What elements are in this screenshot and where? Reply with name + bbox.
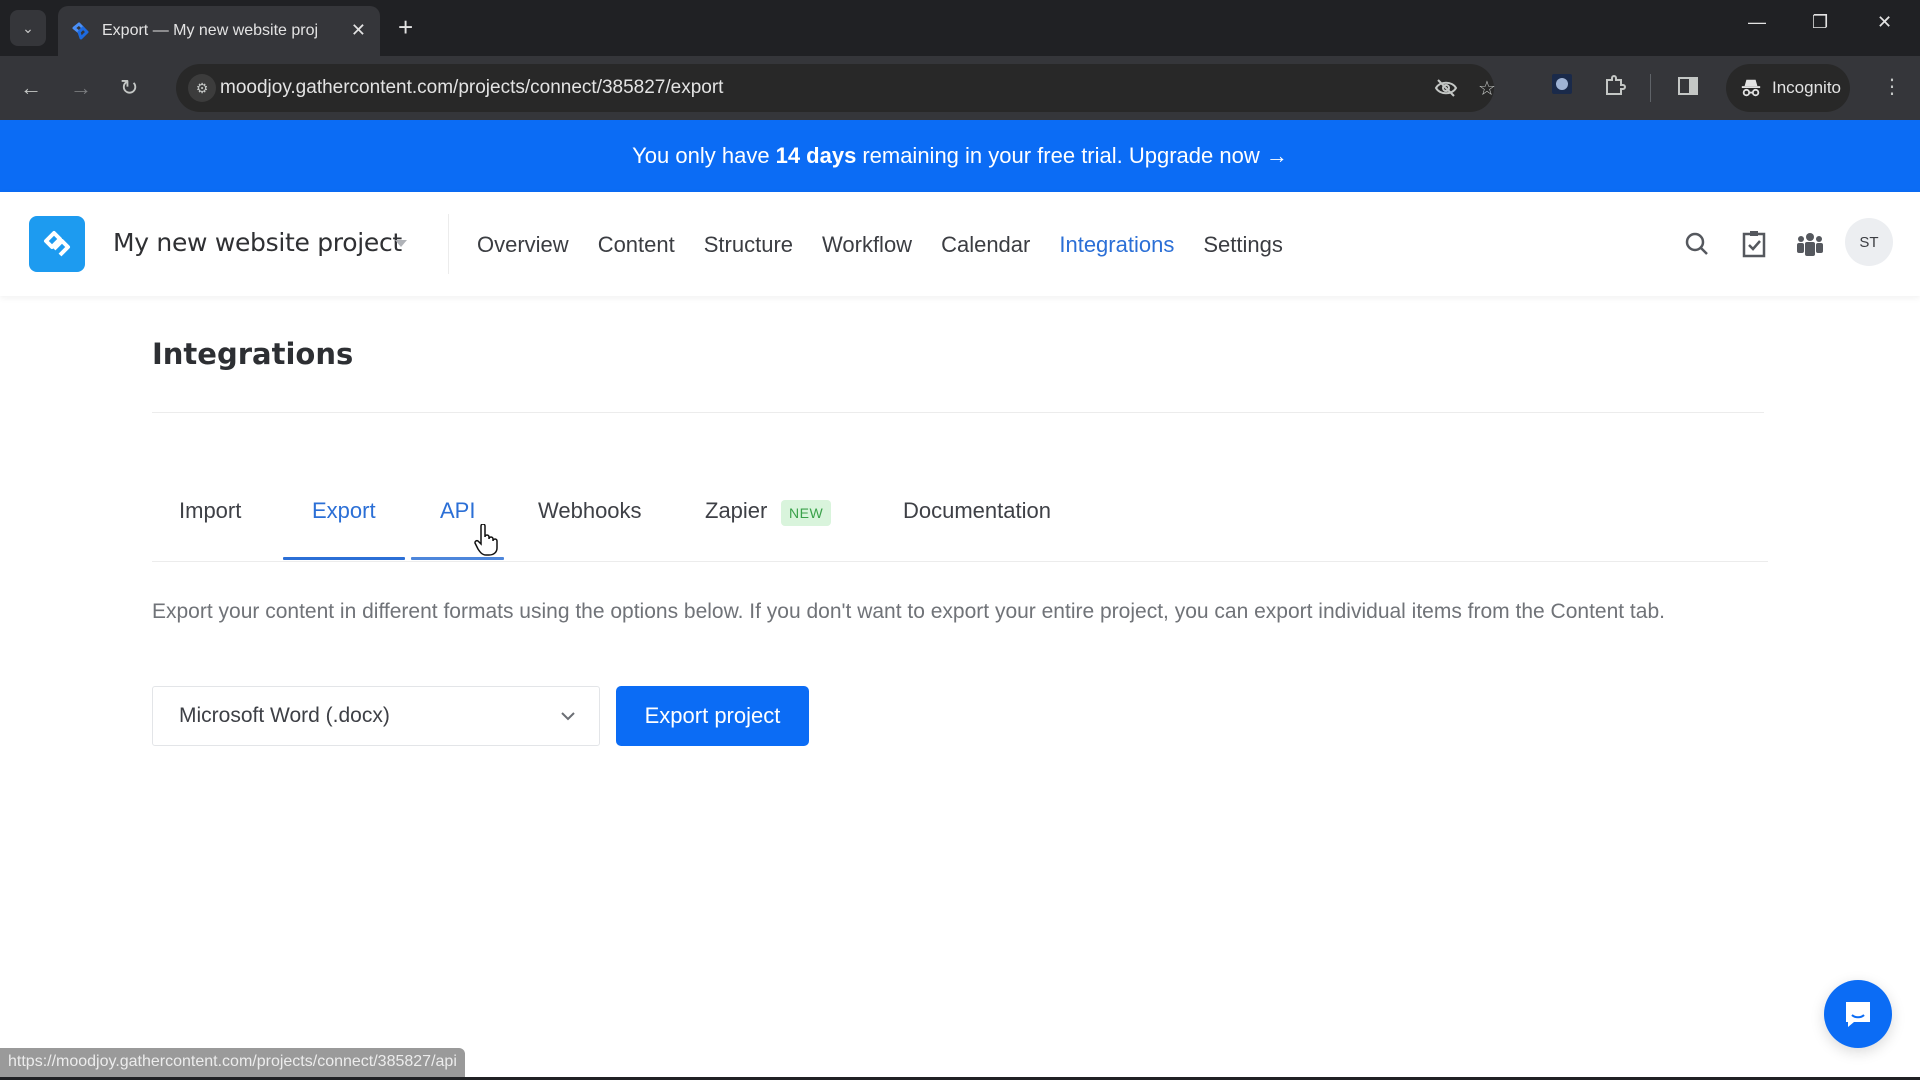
- banner-upgrade-link[interactable]: remaining in your free trial. Upgrade no…: [862, 143, 1288, 169]
- tab-api[interactable]: API: [440, 498, 475, 552]
- page-title: Integrations: [152, 337, 354, 371]
- project-switcher[interactable]: My new website project: [113, 228, 402, 257]
- browser-tab-active[interactable]: Export — My new website proj ✕: [58, 6, 380, 56]
- tab-webhooks[interactable]: Webhooks: [538, 498, 642, 552]
- nav-integrations[interactable]: Integrations: [1059, 232, 1174, 258]
- tab-zapier[interactable]: Zapier: [705, 498, 767, 552]
- nav-workflow[interactable]: Workflow: [822, 232, 912, 258]
- integrations-tabs: Import Export API Webhooks Zapier NEW Do…: [152, 498, 1768, 562]
- gathercontent-logo-icon[interactable]: [29, 216, 85, 272]
- gathercontent-favicon-icon: [72, 22, 89, 40]
- active-tab-indicator: [283, 557, 405, 560]
- restore-icon[interactable]: ❐: [1812, 12, 1828, 33]
- side-panel-icon[interactable]: [1676, 74, 1700, 104]
- tab-close-icon[interactable]: ✕: [351, 20, 366, 40]
- hand-pointer-cursor-icon: [474, 524, 498, 556]
- nav-structure[interactable]: Structure: [704, 232, 793, 258]
- browser-menu-icon[interactable]: ⋮: [1882, 74, 1902, 99]
- incognito-label: Incognito: [1772, 78, 1841, 97]
- tab-documentation[interactable]: Documentation: [903, 498, 1051, 552]
- avatar-initials: ST: [1859, 233, 1879, 251]
- chat-icon: [1846, 1002, 1870, 1027]
- app-header: My new website project Overview Content …: [0, 192, 1920, 296]
- forward-icon[interactable]: →: [70, 76, 92, 100]
- reload-icon[interactable]: ↻: [120, 76, 138, 100]
- user-avatar[interactable]: ST: [1845, 218, 1893, 266]
- extensions-puzzle-icon[interactable]: [1602, 74, 1626, 104]
- tab-export[interactable]: Export: [312, 498, 376, 552]
- export-description: Export your content in different formats…: [152, 600, 1665, 623]
- main-nav: Overview Content Structure Workflow Cale…: [477, 232, 1312, 258]
- back-icon[interactable]: ←: [20, 76, 42, 100]
- tasks-icon[interactable]: [1738, 228, 1770, 260]
- tab-title: Export — My new website proj: [102, 22, 319, 39]
- team-icon[interactable]: [1794, 228, 1826, 260]
- new-tab-icon[interactable]: +: [398, 12, 413, 42]
- incognito-icon: [1741, 79, 1761, 97]
- extension-icon[interactable]: [1550, 72, 1574, 102]
- format-select-value: Microsoft Word (.docx): [179, 704, 390, 727]
- header-divider: [448, 214, 449, 274]
- search-icon[interactable]: [1681, 228, 1713, 260]
- banner-text-before: You only have: [632, 143, 770, 168]
- close-window-icon[interactable]: ✕: [1877, 12, 1892, 33]
- caret-down-icon[interactable]: [395, 240, 407, 247]
- eye-off-icon[interactable]: [1434, 76, 1458, 106]
- url-text[interactable]: moodjoy.gathercontent.com/projects/conne…: [220, 77, 723, 99]
- incognito-profile-button[interactable]: Incognito: [1726, 64, 1850, 112]
- site-info-icon[interactable]: ⚙: [188, 74, 216, 102]
- bookmark-star-icon[interactable]: ☆: [1478, 76, 1496, 101]
- export-format-select[interactable]: Microsoft Word (.docx): [152, 686, 600, 746]
- hover-tab-indicator: [411, 557, 504, 560]
- nav-calendar[interactable]: Calendar: [941, 232, 1030, 258]
- link-status-bar: https://moodjoy.gathercontent.com/projec…: [0, 1048, 465, 1078]
- minimize-icon[interactable]: —: [1748, 12, 1766, 33]
- tab-search-button[interactable]: ⌄: [10, 10, 46, 46]
- address-bar[interactable]: ⚙ moodjoy.gathercontent.com/projects/con…: [176, 64, 1496, 112]
- tab-import[interactable]: Import: [179, 498, 241, 552]
- toolbar-divider: [1650, 74, 1651, 102]
- nav-overview[interactable]: Overview: [477, 232, 569, 258]
- export-project-button[interactable]: Export project: [616, 686, 809, 746]
- banner-days-remaining: 14 days: [775, 143, 857, 168]
- trial-banner[interactable]: You only have 14 days remaining in your …: [0, 120, 1920, 192]
- nav-settings[interactable]: Settings: [1203, 232, 1283, 258]
- title-divider: [152, 412, 1764, 413]
- browser-tab-strip: ⌄ Export — My new website proj ✕ + — ❐ ✕: [0, 0, 1920, 56]
- chevron-down-icon: [561, 712, 575, 721]
- browser-toolbar: ← → ↻ ⚙ moodjoy.gathercontent.com/projec…: [0, 56, 1920, 120]
- chat-support-button[interactable]: [1824, 980, 1892, 1048]
- new-badge: NEW: [781, 500, 832, 526]
- chevron-down-icon: ⌄: [22, 19, 34, 36]
- nav-content[interactable]: Content: [598, 232, 675, 258]
